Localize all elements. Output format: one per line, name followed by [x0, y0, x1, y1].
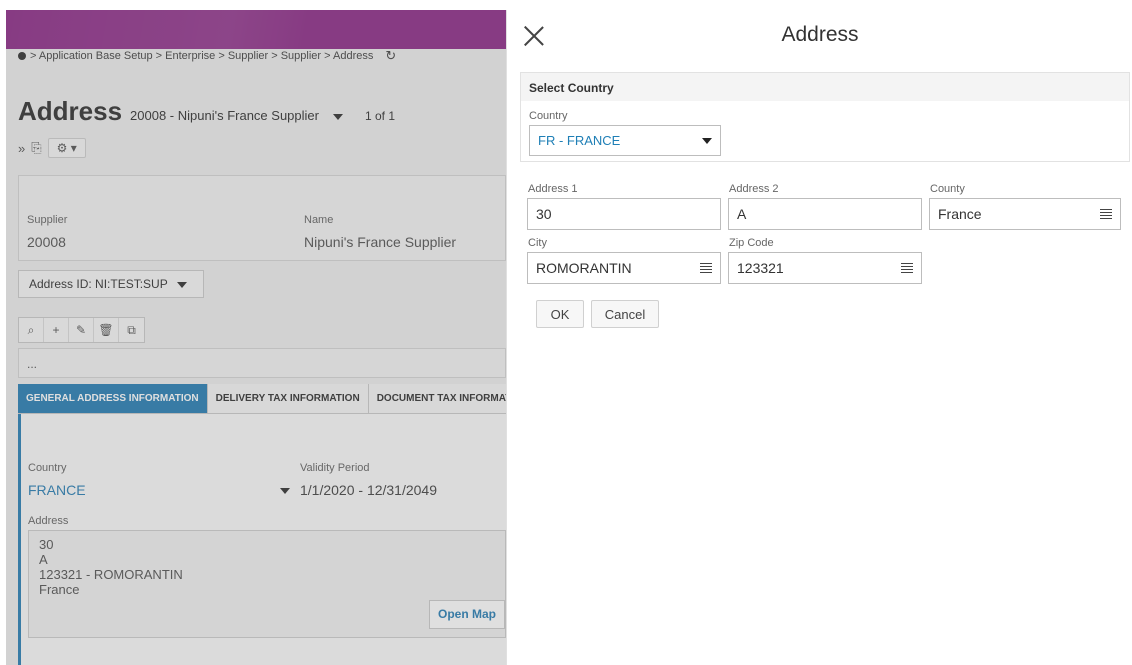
- country-select[interactable]: FR - FRANCE: [529, 125, 721, 156]
- address-id-text: Address ID: NI:TEST:SUP: [29, 277, 168, 291]
- duplicate-icon[interactable]: ⧉: [119, 318, 144, 342]
- address-label: Address: [28, 515, 69, 527]
- page-toolbar: » ⎘ ⚙ ▾: [18, 138, 86, 158]
- validity-label: Validity Period: [300, 462, 370, 474]
- edit-icon[interactable]: ✎: [69, 318, 94, 342]
- refresh-icon[interactable]: ↻: [385, 48, 396, 64]
- cancel-button[interactable]: Cancel: [591, 300, 659, 328]
- name-value: Nipuni's France Supplier: [304, 234, 457, 250]
- page-title-text: Address: [18, 96, 123, 126]
- address2-field[interactable]: A: [728, 198, 922, 230]
- address-id-selector[interactable]: Address ID: NI:TEST:SUP: [18, 270, 204, 298]
- screen: > Application Base Setup > Enterprise > …: [0, 0, 1132, 665]
- add-icon[interactable]: +: [44, 318, 69, 342]
- city-field[interactable]: ROMORANTIN: [527, 252, 721, 284]
- expand-icon[interactable]: »: [18, 141, 25, 156]
- supplier-label: Supplier: [27, 214, 68, 226]
- background-page: > Application Base Setup > Enterprise > …: [6, 10, 506, 665]
- commands-menu-button[interactable]: ⚙ ▾: [47, 138, 86, 158]
- home-icon[interactable]: [18, 52, 26, 60]
- list-of-values-icon[interactable]: [1100, 209, 1112, 219]
- page-title: Address 20008 - Nipuni's France Supplier…: [18, 96, 395, 127]
- address1-value: 30: [536, 206, 552, 222]
- search-icon[interactable]: ⌕: [19, 318, 44, 342]
- address-dialog: Address Select Country Country FR - FRAN…: [506, 10, 1132, 665]
- county-field[interactable]: France: [929, 198, 1121, 230]
- details-ellipsis[interactable]: ...: [27, 357, 37, 371]
- breadcrumb-text[interactable]: > Application Base Setup > Enterprise > …: [30, 50, 373, 62]
- tab-bar: GENERAL ADDRESS INFORMATION DELIVERY TAX…: [18, 384, 506, 414]
- open-map-button[interactable]: Open Map: [428, 600, 505, 629]
- chevron-down-icon[interactable]: [280, 488, 290, 494]
- country-label: Country: [28, 462, 67, 474]
- address-line: 123321 - ROMORANTIN: [39, 567, 183, 582]
- chevron-down-icon: [176, 281, 187, 288]
- city-label: City: [528, 237, 547, 249]
- county-value: France: [938, 206, 982, 222]
- supplier-value: 20008: [27, 234, 66, 250]
- record-selector[interactable]: 20008 - Nipuni's France Supplier: [130, 108, 319, 123]
- record-toolbar: ⌕ + ✎ 🗑 ⧉: [18, 317, 145, 343]
- country-select-value: FR - FRANCE: [538, 133, 621, 148]
- address2-value: A: [737, 206, 747, 222]
- dialog-title: Address: [781, 23, 859, 46]
- tab-delivery-tax-information[interactable]: DELIVERY TAX INFORMATION: [208, 384, 369, 413]
- country-value[interactable]: FRANCE: [28, 482, 86, 498]
- zip-value: 123321: [737, 260, 784, 276]
- zip-label: Zip Code: [729, 237, 774, 249]
- city-value: ROMORANTIN: [536, 260, 632, 276]
- validity-value: 1/1/2020 - 12/31/2049: [300, 482, 438, 498]
- zip-field[interactable]: 123321: [728, 252, 922, 284]
- address2-label: Address 2: [729, 183, 779, 195]
- address1-field[interactable]: 30: [527, 198, 721, 230]
- address-line: A: [39, 552, 48, 567]
- country-label: Country: [529, 110, 568, 122]
- supplier-card: Supplier 20008 Name Nipuni's France Supp…: [18, 175, 506, 261]
- chevron-down-icon[interactable]: [332, 114, 343, 120]
- list-of-values-icon[interactable]: [901, 263, 913, 273]
- breadcrumb: > Application Base Setup > Enterprise > …: [18, 48, 396, 64]
- details-bar: ...: [18, 348, 506, 378]
- name-label: Name: [304, 214, 334, 226]
- county-label: County: [930, 183, 965, 195]
- tab-document-tax-information[interactable]: DOCUMENT TAX INFORMAT: [369, 384, 506, 413]
- tab-general-address-information[interactable]: GENERAL ADDRESS INFORMATION: [18, 384, 208, 413]
- select-country-header: Select Country: [521, 73, 1129, 101]
- attachment-icon[interactable]: ⎘: [31, 140, 41, 156]
- address1-label: Address 1: [528, 183, 578, 195]
- top-navigation-bar: [6, 10, 506, 49]
- address-line: 30: [39, 537, 54, 552]
- list-of-values-icon[interactable]: [700, 263, 712, 273]
- address-display: 30 A 123321 - ROMORANTIN France Open Map: [28, 530, 506, 638]
- chevron-down-icon: [702, 137, 712, 144]
- select-country-card: Select Country Country FR - FRANCE: [520, 72, 1130, 162]
- address-line: France: [39, 582, 80, 597]
- record-count: 1 of 1: [364, 109, 395, 123]
- ok-button[interactable]: OK: [536, 300, 584, 328]
- delete-icon[interactable]: 🗑: [94, 318, 119, 342]
